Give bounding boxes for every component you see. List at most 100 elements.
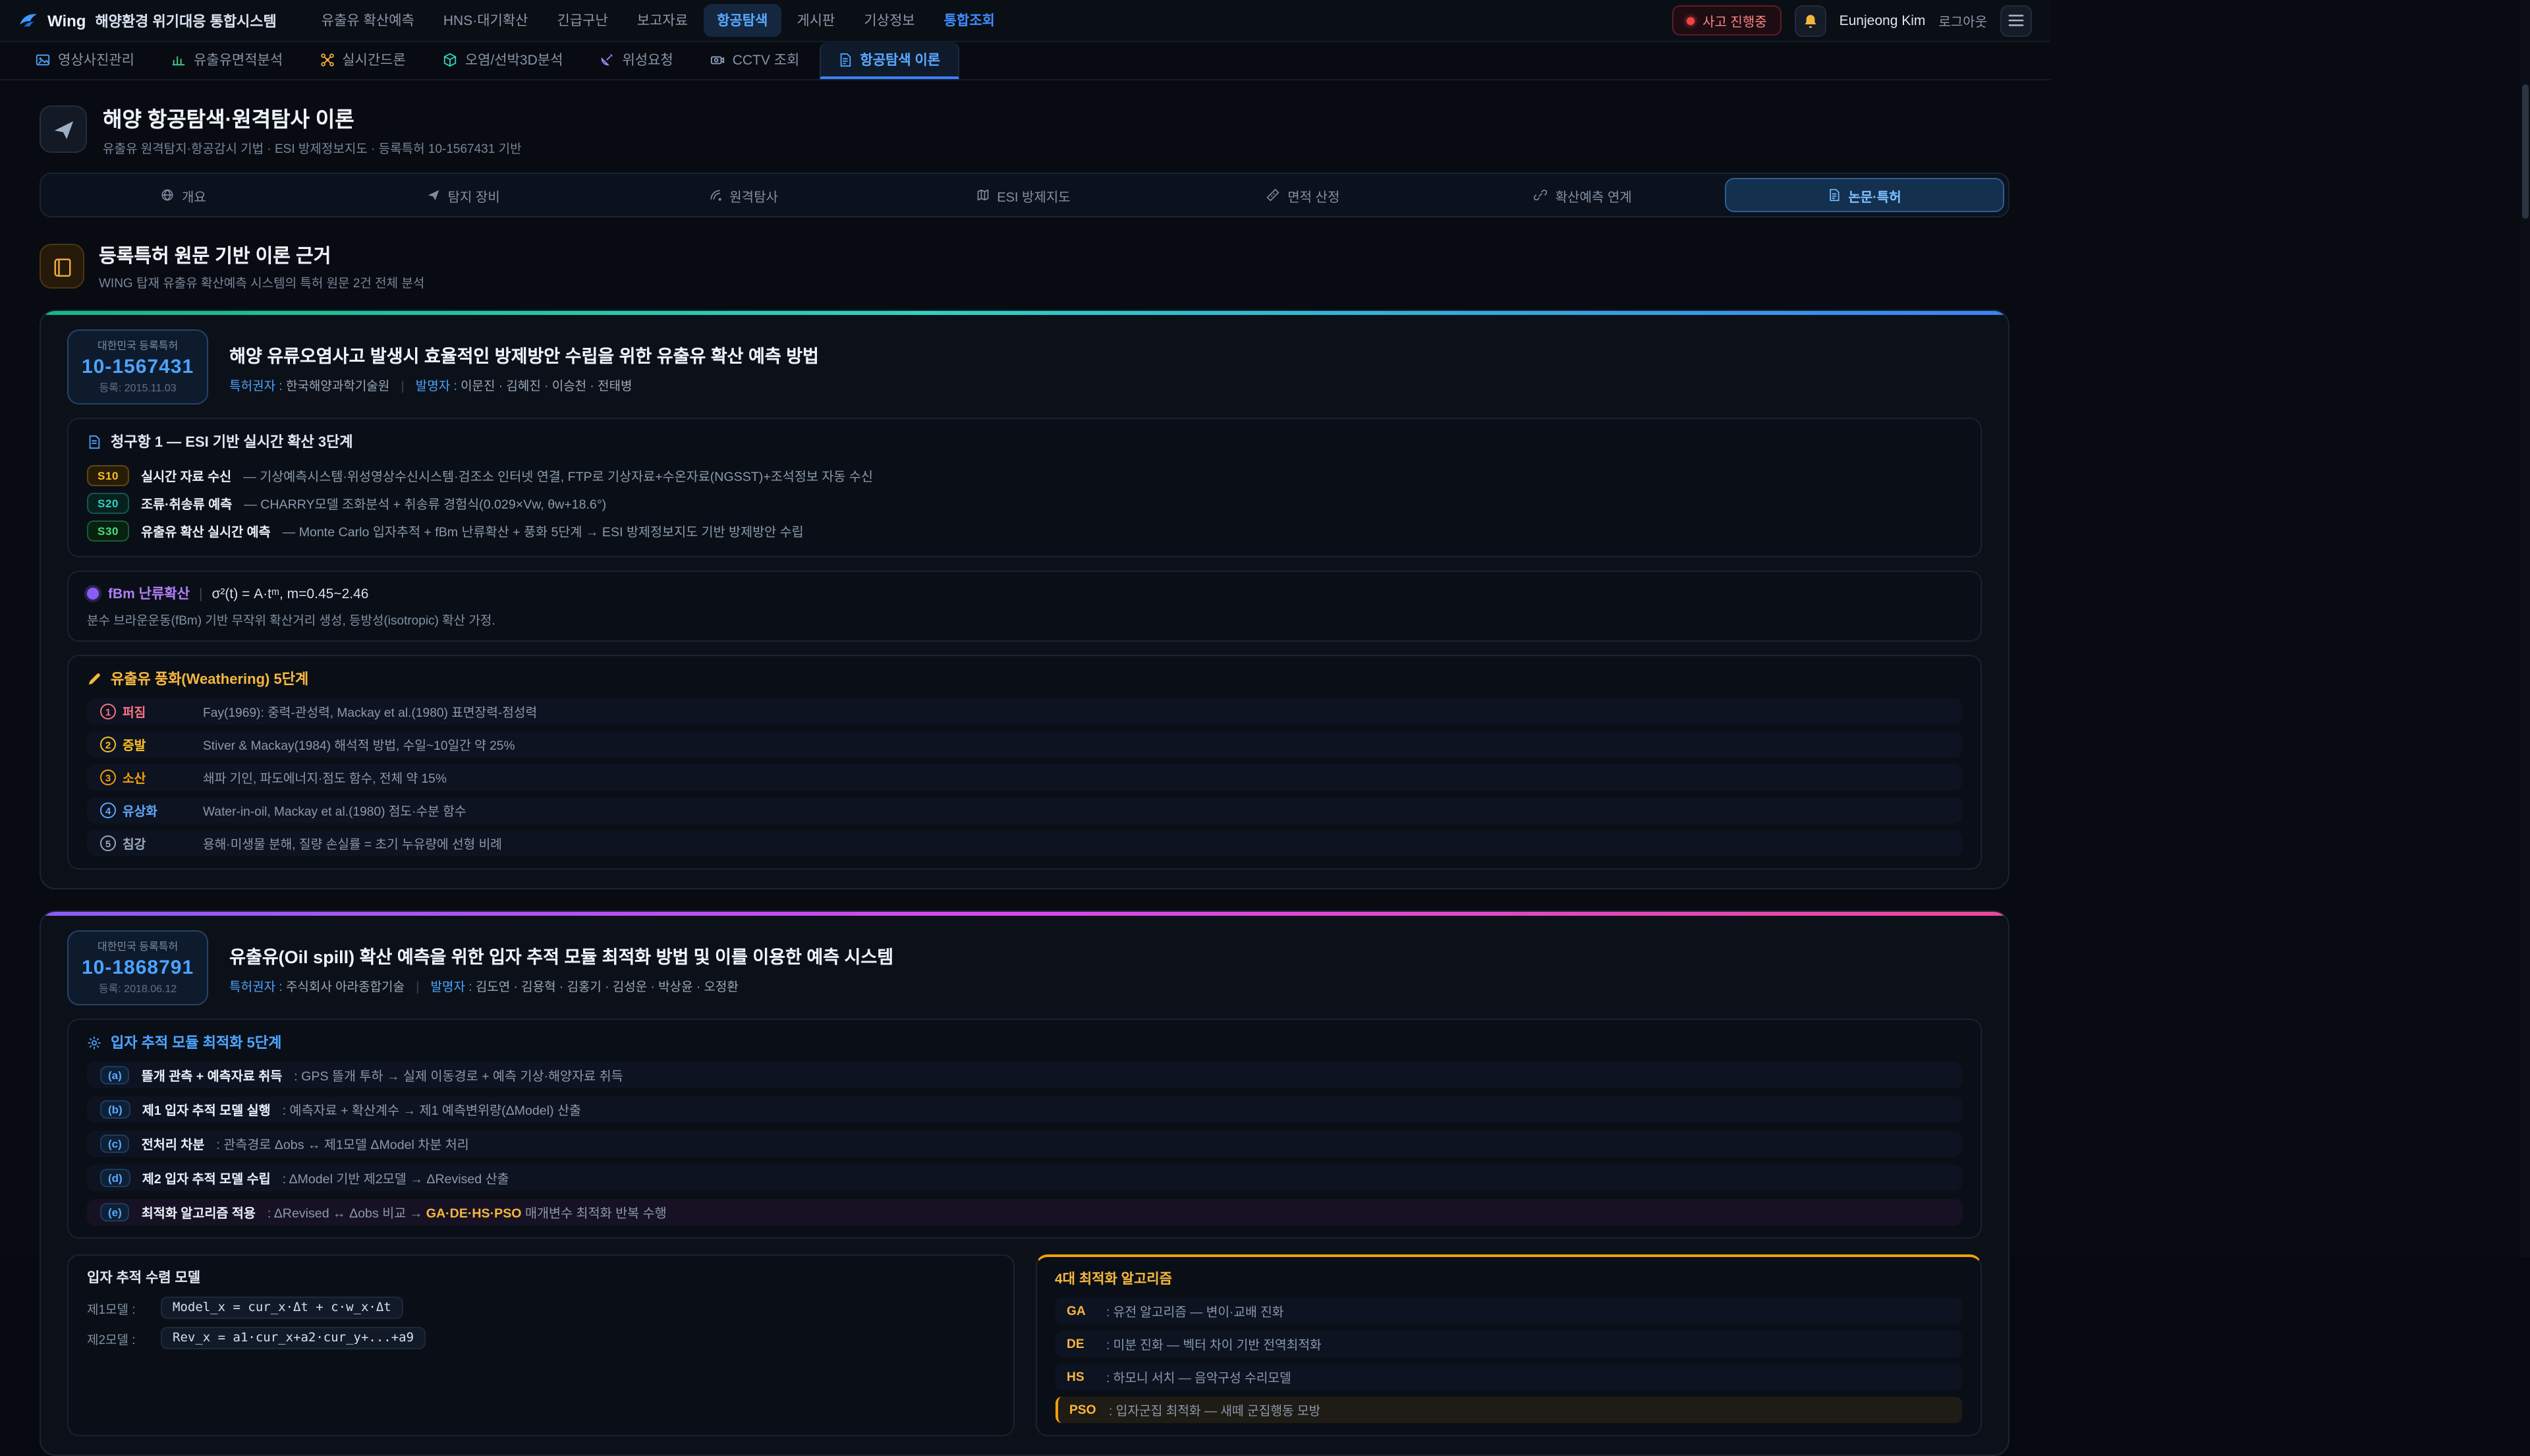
algorithm-abbr: GA: [1067, 1304, 1098, 1318]
weathering-stage-desc: Stiver & Mackay(1984) 해석적 방법, 수일~10일간 약 …: [203, 735, 515, 754]
nav-item-spill-prediction[interactable]: 유출유 확산예측: [308, 4, 428, 37]
scrollbar-thumb[interactable]: [2522, 84, 2529, 219]
owner-value: 주식회사 아라종합기술: [286, 980, 405, 994]
algorithm-abbr: PSO: [1069, 1403, 1101, 1417]
pill-area-calculation[interactable]: 면적 산정: [1164, 178, 1442, 212]
patent-meta: 특허권자 : 주식회사 아라종합기술 | 발명자 : 김도연 · 김용혁 · 김…: [229, 976, 893, 994]
patent-number-badge: 대한민국 등록특허 10-1868791 등록: 2018.06.12: [67, 930, 208, 1005]
fbm-box: fBm 난류확산 | σ²(t) = A·tᵐ, m=0.45~2.46 분수 …: [67, 571, 1982, 642]
logout-button[interactable]: 로그아웃: [1938, 11, 1987, 30]
book-icon: [52, 256, 72, 276]
navbar-right-group: 사고 진행중 Eunjeong Kim 로그아웃: [1672, 5, 2032, 36]
subtab-label: 유출유면적분석: [194, 49, 283, 69]
nav-item-aerial-search[interactable]: 항공탐색: [704, 4, 781, 37]
patent-title: 해양 유류오염사고 발생시 효율적인 방제방안 수립을 위한 유출유 확산 예측…: [229, 341, 819, 367]
section-icon-box: [40, 244, 84, 289]
optimization-row: (d) 제2 입자 추적 모델 수립 : ΔModel 기반 제2모델 → ΔR…: [87, 1165, 1962, 1191]
weathering-row: 2증발 Stiver & Mackay(1984) 해석적 방법, 수일~10일…: [87, 731, 1962, 758]
optimization-step-desc: : 관측경로 Δobs ↔ 제1모델 ΔModel 차분 처리: [216, 1134, 468, 1153]
inventors-label: 발명자 :: [416, 379, 457, 393]
meta-separator: |: [401, 379, 405, 393]
pill-remote-sensing[interactable]: 원격탐사: [605, 178, 882, 212]
pencil-icon: [87, 671, 101, 686]
optimization-row: (c) 전처리 차분 : 관측경로 Δobs ↔ 제1모델 ΔModel 차분 …: [87, 1131, 1962, 1157]
scrollbar[interactable]: [2521, 0, 2530, 1256]
subtab-realtime-drone[interactable]: 실시간드론: [302, 42, 423, 79]
optimization-step-desc: : GPS 뜰개 투하 → 실제 이동경로 + 예측 기상·해양자료 취득: [294, 1066, 623, 1084]
user-name[interactable]: Eunjeong Kim: [1840, 13, 1926, 28]
stage-number: 5: [100, 835, 116, 851]
pill-overview[interactable]: 개요: [45, 178, 322, 212]
weathering-stage-desc: 용해·미생물 분해, 질량 손실률 = 초기 누유량에 선형 비례: [203, 834, 502, 853]
notifications-button[interactable]: [1795, 5, 1826, 36]
menu-button[interactable]: [2000, 5, 2032, 36]
weathering-stage-label: 3소산: [100, 768, 187, 787]
subtab-area-analysis[interactable]: 유출유면적분석: [154, 42, 300, 79]
nav-item-hns-air-diffusion[interactable]: HNS·대기확산: [430, 4, 542, 37]
desc-post: 매개변수 최적화 반복 수행: [522, 1207, 667, 1221]
optimization-row: (a) 뜰개 관측 + 예측자료 취득 : GPS 뜰개 투하 → 실제 이동경…: [87, 1062, 1962, 1088]
subtab-label: 실시간드론: [342, 49, 406, 69]
optimization-row: (e) 최적화 알고리즘 적용 : ΔRevised ↔ Δobs 비교 → G…: [87, 1199, 1962, 1225]
subtab-cctv-view[interactable]: CCTV 조회: [693, 42, 817, 79]
step-letter-badge: (e): [100, 1203, 130, 1221]
claim-box-title-row: 청구항 1 — ESI 기반 실시간 확산 3단계: [87, 431, 1962, 452]
optimization-step-name: 제1 입자 추적 모델 실행: [142, 1100, 271, 1119]
subtab-aerial-theory[interactable]: 항공탐색 이론: [819, 42, 959, 79]
nav-item-integrated-search[interactable]: 통합조회: [931, 4, 1008, 37]
weathering-row: 5침강 용해·미생물 분해, 질량 손실률 = 초기 누유량에 선형 비례: [87, 830, 1962, 856]
nav-item-board[interactable]: 게시판: [783, 4, 848, 37]
weathering-row: 1퍼짐 Fay(1969): 중력-관성력, Mackay et al.(198…: [87, 698, 1962, 725]
stage-name: 퍼짐: [123, 702, 146, 721]
claim-row: S20 조류·취송류 예측 — CHARRY모델 조화분석 + 취송류 경험식(…: [87, 489, 1962, 517]
weathering-stage-label: 4유상화: [100, 801, 187, 820]
stage-name: 증발: [123, 735, 146, 754]
subtab-ship-3d-analysis[interactable]: 오염/선박3D분석: [426, 42, 580, 79]
nav-item-reports[interactable]: 보고자료: [624, 4, 701, 37]
patent-header: 대한민국 등록특허 10-1868791 등록: 2018.06.12 유출유(…: [67, 930, 1982, 1005]
patent-badge-label: 대한민국 등록특허: [82, 339, 194, 353]
algorithm-row: PSO : 입자군집 최적화 — 새떼 군집행동 모방: [1055, 1397, 1962, 1423]
weathering-row: 4유상화 Water-in-oil, Mackay et al.(1980) 점…: [87, 797, 1962, 824]
nav-item-emergency-rescue[interactable]: 긴급구난: [544, 4, 621, 37]
optimization-title-row: 입자 추적 모듈 최적화 5단계: [87, 1032, 1962, 1053]
incident-status-badge[interactable]: 사고 진행중: [1672, 5, 1782, 36]
pill-detection-equipment[interactable]: 탐지 장비: [325, 178, 602, 212]
desc-pre: : ΔRevised ↔ Δobs 비교 →: [267, 1207, 426, 1221]
radar-icon: [708, 188, 721, 202]
claim-step-desc: — CHARRY모델 조화분석 + 취송류 경험식(0.029×Vw, θw+1…: [244, 493, 606, 512]
subtab-satellite-request[interactable]: 위성요청: [582, 42, 690, 79]
pill-prediction-link[interactable]: 확산예측 연계: [1444, 178, 1722, 212]
pill-label: 논문·특허: [1848, 185, 1901, 205]
patent-date: 등록: 2015.11.03: [82, 381, 194, 395]
patent-card-2: 대한민국 등록특허 10-1868791 등록: 2018.06.12 유출유(…: [40, 910, 2010, 1456]
map-icon: [976, 188, 989, 202]
step-letter-badge: (a): [100, 1066, 130, 1084]
link-icon: [1534, 188, 1548, 202]
fbm-formula: σ²(t) = A·tᵐ, m=0.45~2.46: [211, 586, 368, 602]
subtab-label: 항공탐색 이론: [860, 49, 940, 69]
patent-meta: 특허권자 : 한국해양과학기술원 | 발명자 : 이문진 · 김혜진 · 이승천…: [229, 375, 819, 393]
gear-icon: [87, 1035, 101, 1050]
drone-icon: [320, 52, 334, 67]
nav-item-weather-info[interactable]: 기상정보: [851, 4, 928, 37]
model-formula-row: 제2모델 : Rev_x = a1·cur_x+a2·cur_y+...+a9: [87, 1327, 994, 1349]
subtab-label: CCTV 조회: [733, 49, 800, 69]
page-title: 해양 항공탐색·원격탐사 이론: [103, 101, 522, 133]
satellite-icon: [600, 52, 614, 67]
step-letter-badge: (c): [100, 1134, 130, 1153]
app-logo[interactable]: Wing 해양환경 위기대응 통합시스템: [18, 10, 277, 31]
algorithm-desc: : 입자군집 최적화 — 새떼 군집행동 모방: [1109, 1401, 1320, 1419]
pill-papers-patents[interactable]: 논문·특허: [1724, 178, 2004, 212]
optimization-step-desc: : ΔModel 기반 제2모델 → ΔRevised 산출: [283, 1169, 509, 1187]
algorithm-desc: : 유전 알고리즘 — 변이·교배 진화: [1106, 1302, 1283, 1320]
main-menu: 유출유 확산예측 HNS·대기확산 긴급구난 보고자료 항공탐색 게시판 기상정…: [308, 4, 1008, 37]
subtab-photo-management[interactable]: 영상사진관리: [18, 42, 152, 79]
weathering-box: 유출유 풍화(Weathering) 5단계 1퍼짐 Fay(1969): 중력…: [67, 655, 1982, 870]
fbm-icon: [87, 588, 99, 600]
pill-esi-map[interactable]: ESI 방제지도: [885, 178, 1162, 212]
top-navbar: Wing 해양환경 위기대응 통합시스템 유출유 확산예측 HNS·대기확산 긴…: [0, 0, 2050, 42]
stage-number: 4: [100, 802, 116, 818]
fbm-description: 분수 브라운운동(fBm) 기반 무작위 확산거리 생성, 등방성(isotro…: [87, 610, 1962, 629]
algorithm-row: GA : 유전 알고리즘 — 변이·교배 진화: [1055, 1298, 1962, 1324]
